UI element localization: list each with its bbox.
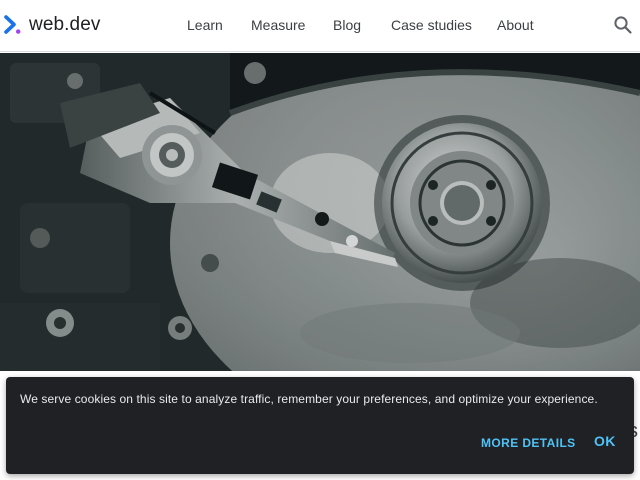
web-dev-chevron-logo-icon [4,15,21,34]
hero-image [0,53,640,371]
search-icon [614,16,632,34]
nav-measure[interactable]: Measure [251,16,305,34]
ok-button[interactable]: OK [594,433,616,449]
nav-blog[interactable]: Blog [333,16,361,34]
hard-drive-illustration [0,53,640,371]
logo-link[interactable]: web.dev [4,14,100,36]
nav-learn[interactable]: Learn [187,16,223,34]
more-details-button[interactable]: MORE DETAILS [481,435,576,451]
site-header: web.dev Learn Measure Blog Case studies … [0,0,640,52]
nav-case-studies[interactable]: Case studies [391,16,472,34]
page: web.dev Learn Measure Blog Case studies … [0,0,640,480]
cookie-message: We serve cookies on this site to analyze… [20,392,598,406]
logo-text: web.dev [29,14,101,35]
search-button[interactable] [613,15,633,35]
nav-about[interactable]: About [497,16,534,34]
cookie-banner: We serve cookies on this site to analyze… [6,377,634,474]
